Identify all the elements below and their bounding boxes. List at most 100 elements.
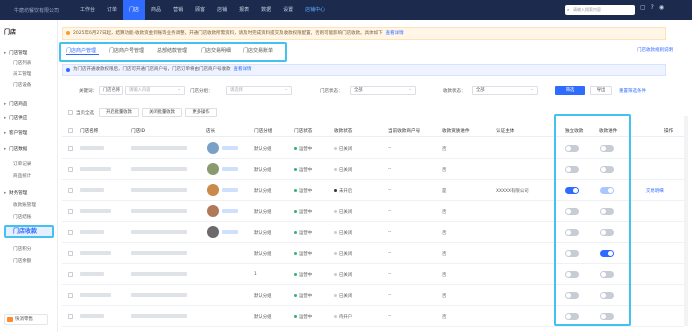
store-type-switch[interactable]: 快消零售 [4,314,48,325]
collect-status-select[interactable]: 全部 [472,86,538,95]
collect-status: 未开启 [334,188,352,194]
top-nav-item[interactable]: 门店 [123,0,146,20]
filter-button[interactable]: 筛选 [555,86,585,95]
store-name-redacted [80,188,104,192]
row-checkbox[interactable] [68,209,73,214]
store-group: 默认分组 [254,147,272,152]
export-button[interactable]: 导出 [590,86,612,95]
collect-status-dot [334,315,337,318]
sidebar-item[interactable]: ▸ 门店数据 [0,144,58,155]
sidebar-item[interactable]: 门店积分 [0,244,58,255]
row-checkbox[interactable] [68,188,73,193]
avatar[interactable]: ◉ [659,4,664,11]
keyword-type-select[interactable]: 门店名称 [99,86,123,95]
tab-item[interactable]: 门店商户号管理 [109,47,144,54]
store-status: 运营中 [294,188,312,194]
header-checkbox[interactable] [68,128,73,133]
tab-item[interactable]: 门店交易账单 [243,47,273,54]
store-group: 默认分组 [254,231,272,236]
collect-status: 已关闭 [334,230,352,236]
tab-item[interactable]: 门店商户管理 [66,47,96,54]
sidebar-item[interactable]: 商品统计 [0,171,58,182]
store-id-redacted [131,251,187,255]
store-status: 运营中 [294,272,312,278]
manager-avatar [207,163,219,175]
sidebar-item-label: 门店供应 [9,116,28,121]
collect-status: 已关闭 [334,146,352,152]
collect-status-dot [334,168,337,171]
sidebar-item[interactable]: 门店设备 [0,80,58,91]
collect-status-text: 已关闭 [339,231,353,236]
notice-link[interactable]: 查看详情 [386,31,404,36]
sidebar-item[interactable]: 订单记录 [0,159,58,170]
row-checkbox[interactable] [68,146,73,151]
sidebar-item[interactable]: 门店结账 [0,212,58,223]
top-nav-item[interactable]: 店铺 [211,0,233,20]
bell-icon[interactable]: ▢ [640,4,646,11]
store-status-select[interactable]: 全部 [350,86,416,95]
reset-filter-link[interactable]: 重置筛选条件 [619,88,646,94]
store-name-redacted [80,251,111,255]
current-merchant: -- [388,272,392,277]
store-status: 运营中 [294,167,312,173]
collect-status-dot [334,147,337,150]
top-nav-item[interactable]: 顾客 [189,0,211,20]
tab-item[interactable]: 门店交易明细 [201,47,231,54]
top-nav: 工作台 订单 门店 商品 营销 顾客 店铺 报表 数据 设置 店铺中心 [74,0,331,20]
table-scrollbar[interactable] [684,116,688,326]
store-name-redacted [80,167,111,171]
sidebar-item[interactable]: ▸ 客户管理 [0,128,58,139]
store-name-redacted [80,272,104,276]
row-checkbox[interactable] [68,167,73,172]
store-status-text: 运营中 [299,315,313,320]
sidebar-item[interactable]: ▸ 财务管理 [0,188,58,199]
top-nav-item[interactable]: 数据 [255,0,277,20]
sidebar-item[interactable]: ▸ 门店商品 [0,99,58,110]
sidebar-item[interactable]: 员工管理 [0,69,58,80]
info-link[interactable]: 查看详情 [234,67,252,72]
store-status: 运营中 [294,230,312,236]
tab-item[interactable]: 总部结款管理 [157,47,187,54]
manager-name-redacted [222,146,238,150]
batch-enable-button[interactable]: 开启批量收款 [99,108,139,117]
top-nav-item[interactable]: 报表 [233,0,255,20]
row-checkbox[interactable] [68,293,73,298]
running-status-dot [294,294,297,297]
store-id-redacted [131,293,187,297]
rules-link[interactable]: 门店收款规则说明 [637,47,673,53]
current-merchant: -- [388,167,392,172]
collect-status-dot [334,273,337,276]
keyword-input[interactable]: 请输入内容 [125,86,185,95]
group-select[interactable]: 请选择 [226,86,292,95]
select-all-checkbox[interactable] [68,110,73,115]
more-actions-dropdown[interactable]: 更多操作 [185,108,217,117]
collect-status-text: 已关闭 [339,168,353,173]
store-status-text: 运营中 [299,168,313,173]
row-checkbox[interactable] [68,314,73,319]
collect-status: 已关闭 [334,293,352,299]
row-checkbox[interactable] [68,272,73,277]
batch-disable-button[interactable]: 关闭批量收款 [142,108,182,117]
top-nav-item[interactable]: 店铺中心 [299,0,331,20]
collect-status: 待开户 [334,314,352,320]
column-header: 门店ID [131,129,146,134]
top-nav-item[interactable]: 商品 [145,0,167,20]
manager-name-redacted [222,209,238,213]
manager-name-redacted [222,167,238,171]
help-icon[interactable]: ? [651,4,654,11]
sidebar-item[interactable]: 门店列表 [0,58,58,69]
top-nav-item[interactable]: 营销 [167,0,189,20]
sidebar-item[interactable]: 门店余额 [0,256,58,267]
global-search-input[interactable]: ⌕ 请输入搜索内容 [565,5,635,15]
sidebar-item[interactable]: 门店收款 [4,225,54,238]
row-action-link[interactable]: 交易明细 [646,188,664,194]
row-checkbox[interactable] [68,251,73,256]
top-nav-item[interactable]: 订单 [101,0,123,20]
manager-avatar [207,142,219,154]
top-nav-item[interactable]: 设置 [277,0,299,20]
store-id-redacted [131,188,187,192]
row-checkbox[interactable] [68,230,73,235]
sidebar-item[interactable]: ▸ 门店供应 [0,113,58,124]
top-nav-item[interactable]: 工作台 [74,0,101,20]
sidebar-item[interactable]: 收款账管理 [0,200,58,211]
